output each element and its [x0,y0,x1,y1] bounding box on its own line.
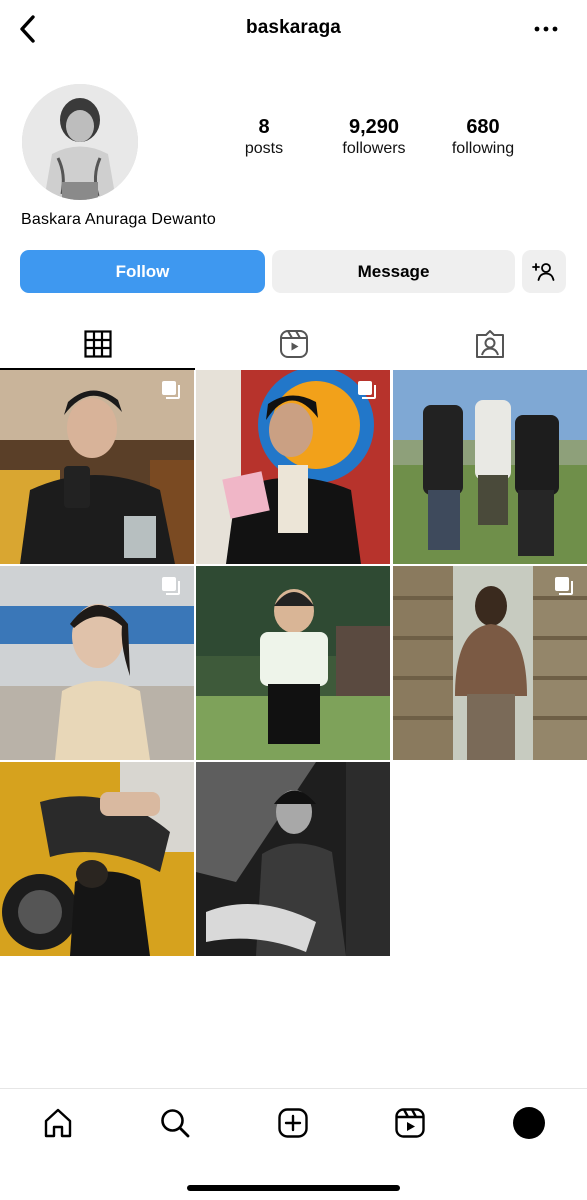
tab-posts-grid[interactable] [0,318,195,370]
profile-avatar [513,1107,545,1139]
add-person-icon [532,262,555,281]
home-icon [44,1108,72,1138]
multiple-photos-icon [555,577,573,595]
profile-tabs [0,318,587,370]
top-bar: baskaraga [0,0,587,58]
more-horizontal-icon [534,26,558,32]
reels-icon [279,330,308,358]
post-image [196,566,390,760]
following-count[interactable]: 680 following [423,115,543,159]
profile-avatar[interactable] [22,84,138,200]
following-count-label: following [451,140,515,157]
grid-icon [83,330,112,358]
post-image [393,370,587,564]
more-options-button[interactable] [531,18,561,40]
posts-count[interactable]: 8 posts [204,115,324,159]
post-image [196,762,390,956]
nav-home[interactable] [38,1103,78,1143]
profile-username: baskaraga [246,17,341,38]
create-icon [278,1108,308,1138]
post-thumbnail[interactable] [196,370,390,564]
multiple-photos-icon [162,577,180,595]
post-thumbnail[interactable] [0,370,194,564]
tab-reels[interactable] [196,318,391,370]
search-icon [161,1109,190,1138]
post-thumbnail[interactable] [196,566,390,760]
message-button[interactable]: Message [272,250,515,293]
bottom-navigation-bar [0,1088,587,1200]
post-thumbnail[interactable] [0,566,194,760]
multiple-photos-icon [162,381,180,399]
followers-count-value: 9,290 [348,116,400,138]
reels-icon [395,1108,425,1138]
posts-count-label: posts [244,140,284,157]
follow-button[interactable]: Follow [20,250,265,293]
suggested-accounts-button[interactable] [522,250,566,293]
nav-create[interactable] [273,1103,313,1143]
followers-count-label: followers [342,140,406,157]
tagged-icon [475,330,504,358]
post-thumbnail[interactable] [393,566,587,760]
following-count-value: 680 [466,116,500,138]
followers-count[interactable]: 9,290 followers [314,115,434,159]
post-thumbnail[interactable] [0,762,194,956]
home-indicator [187,1185,400,1191]
avatar-photo [22,84,138,200]
nav-reels[interactable] [390,1103,430,1143]
nav-profile[interactable] [509,1103,549,1143]
posts-count-value: 8 [258,116,270,138]
post-thumbnail[interactable] [196,762,390,956]
multiple-photos-icon [358,381,376,399]
post-thumbnail[interactable] [393,370,587,564]
profile-full-name: Baskara Anuraga Dewanto [21,211,216,228]
nav-search[interactable] [155,1103,195,1143]
tab-tagged[interactable] [392,318,587,370]
post-image [0,762,194,956]
